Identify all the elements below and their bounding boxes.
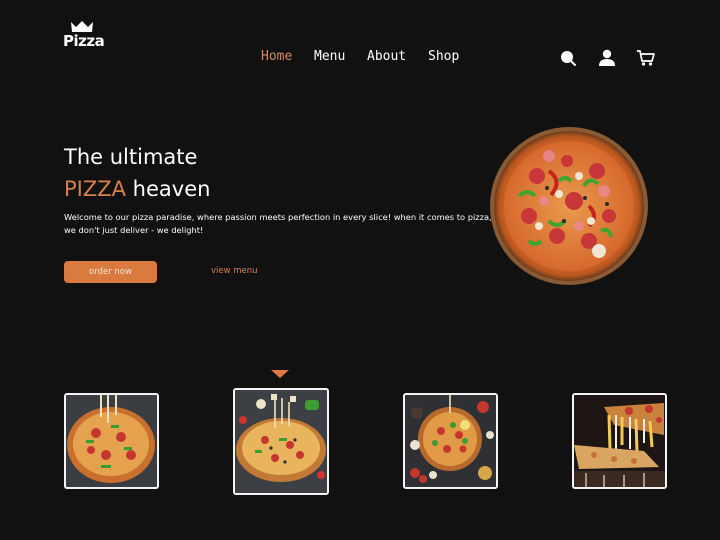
- pizza-hero-image: [489, 126, 649, 286]
- main-nav: Home Menu About Shop: [261, 49, 468, 64]
- search-icon[interactable]: [558, 49, 578, 67]
- hero-title: The ultimate PIZZA heaven: [64, 141, 210, 205]
- user-icon[interactable]: [597, 49, 617, 67]
- order-now-button[interactable]: order now: [64, 261, 157, 283]
- brand-logo[interactable]: Pizza: [63, 20, 105, 54]
- pizza-thumbnail-pepperoni-veggie[interactable]: [64, 393, 159, 489]
- pizza-thumbnail-cheese-pull[interactable]: [233, 388, 329, 495]
- nav-home[interactable]: Home: [261, 49, 314, 64]
- nav-shop[interactable]: Shop: [428, 49, 468, 64]
- pizza-thumbnail-slice-melting[interactable]: [572, 393, 667, 489]
- hero-title-line1: The ultimate: [64, 145, 198, 169]
- header-actions: [558, 49, 656, 67]
- cart-icon[interactable]: [636, 49, 656, 67]
- hero-title-accent: PIZZA: [64, 177, 126, 201]
- hero-title-line2: heaven: [126, 177, 211, 201]
- hero-description: Welcome to our pizza paradise, where pas…: [64, 212, 492, 235]
- nav-about[interactable]: About: [367, 49, 428, 64]
- nav-menu[interactable]: Menu: [314, 49, 367, 64]
- pizza-thumbnail-ingredients[interactable]: [403, 393, 498, 489]
- crown-icon: [70, 20, 94, 32]
- selected-indicator-arrow: [271, 370, 289, 378]
- brand-name: Pizza: [63, 32, 105, 50]
- view-menu-link[interactable]: view menu: [211, 266, 258, 276]
